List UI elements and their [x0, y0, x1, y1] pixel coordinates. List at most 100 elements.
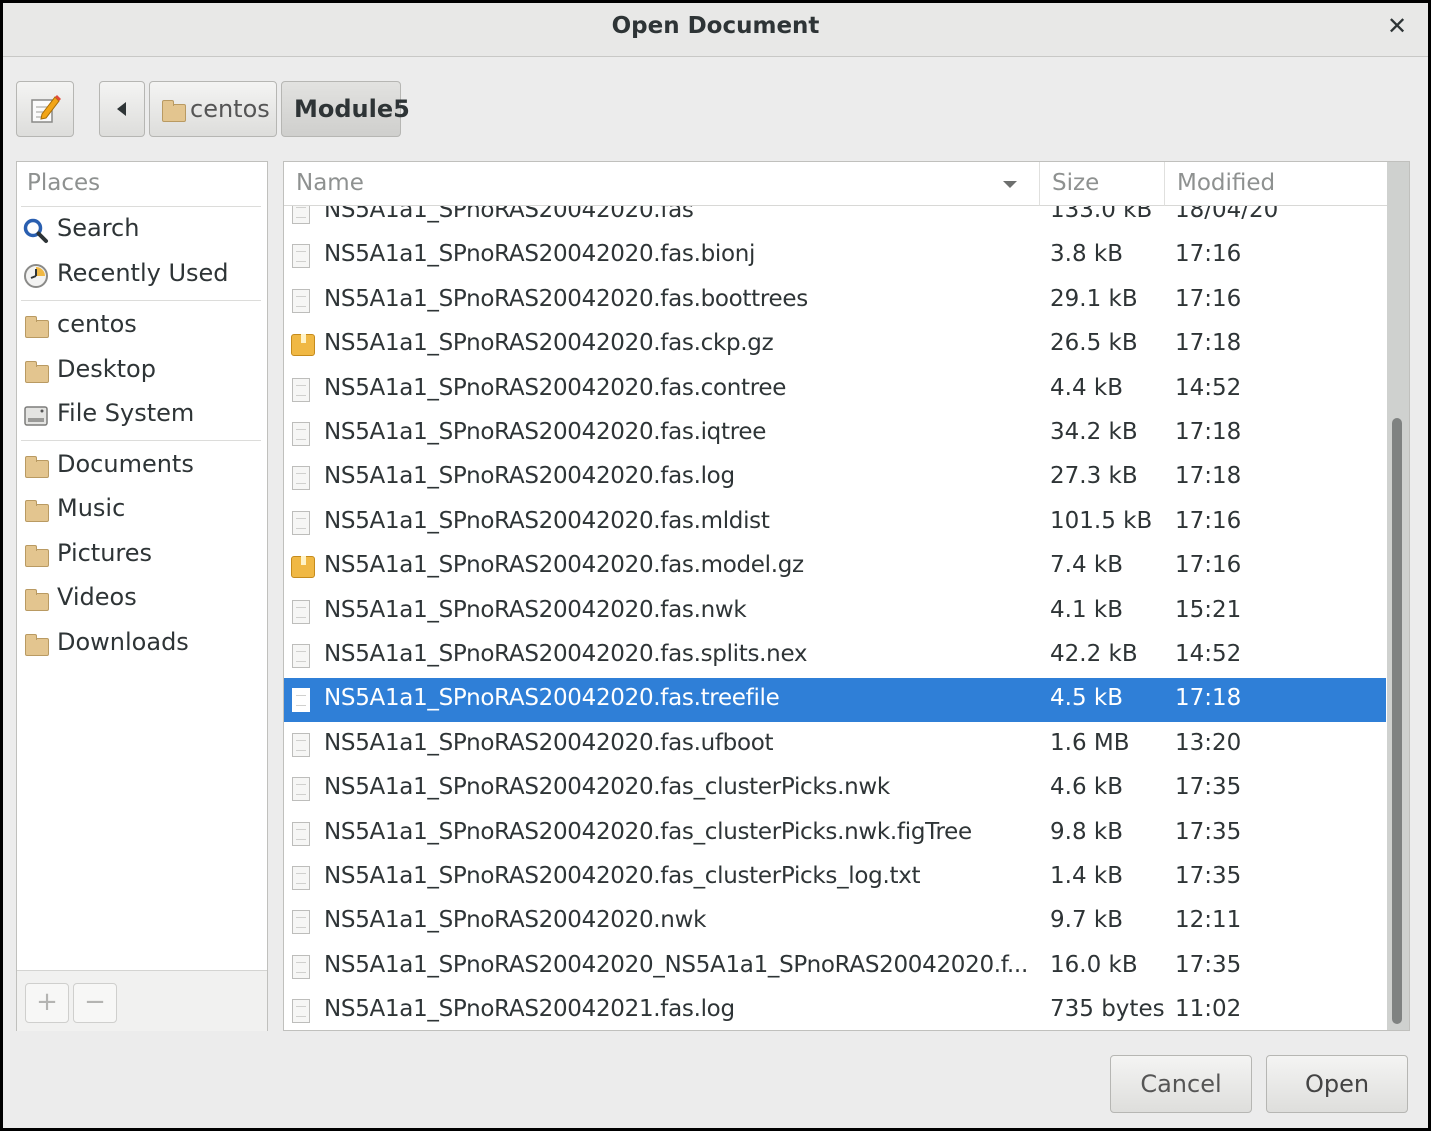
drive-icon: [24, 406, 48, 426]
file-row[interactable]: NS5A1a1_SPnoRAS20042020.fas.ufboot 1.6 MB…: [284, 723, 1386, 767]
column-header-label: Name: [296, 170, 364, 196]
file-row[interactable]: NS5A1a1_SPnoRAS20042020.fas.log 27.3 kB 17…: [284, 456, 1386, 500]
sort-descending-icon: [1003, 181, 1017, 188]
document-icon: [292, 688, 310, 713]
file-name: NS5A1a1_SPnoRAS20042020.fas.iqtree: [324, 419, 767, 445]
file-name: NS5A1a1_SPnoRAS20042020.fas.bionj: [324, 241, 756, 268]
file-row[interactable]: NS5A1a1_SPnoRAS20042020.fas.model.gz 7.4 …: [284, 545, 1386, 589]
sidebar-item-label: Videos: [57, 583, 137, 611]
cancel-button[interactable]: Cancel: [1110, 1055, 1252, 1113]
scrollbar-thumb[interactable]: [1392, 418, 1402, 1024]
file-row[interactable]: NS5A1a1_SPnoRAS20042020.fas_clusterPicks…: [284, 812, 1386, 856]
open-document-dialog: Open Document ✕ centos Module5 Places Se…: [0, 0, 1431, 1131]
file-row[interactable]: NS5A1a1_SPnoRAS20042020.fas.splits.nex 42…: [284, 634, 1386, 678]
file-row[interactable]: NS5A1a1_SPnoRAS20042021.fas.log 735 bytes…: [284, 989, 1386, 1030]
clock-icon: [24, 264, 48, 288]
home-folder-icon: [25, 316, 49, 338]
sidebar-item-downloads[interactable]: Downloads: [17, 624, 265, 664]
sidebar-item-documents[interactable]: Documents: [17, 446, 265, 486]
sidebar-item-label: Documents: [57, 450, 194, 478]
file-name: NS5A1a1_SPnoRAS20042020.fas.treefile: [324, 685, 780, 712]
remove-bookmark-button[interactable]: −: [73, 983, 117, 1023]
file-row[interactable]: NS5A1a1_SPnoRAS20042020.fas.boottrees 29.…: [284, 279, 1386, 323]
sidebar-item-videos[interactable]: Videos: [17, 579, 265, 619]
divider: [21, 300, 261, 301]
document-icon: [292, 644, 310, 668]
file-name: NS5A1a1_SPnoRAS20042020.fas.splits.nex: [324, 641, 808, 667]
sidebar-item-search[interactable]: Search: [17, 210, 265, 250]
column-header-label: Size: [1052, 170, 1100, 196]
file-row[interactable]: NS5A1a1_SPnoRAS20042020.fas_clusterPicks…: [284, 856, 1386, 900]
sidebar-item-centos[interactable]: centos: [17, 306, 265, 346]
add-bookmark-button[interactable]: +: [25, 983, 69, 1023]
breadcrumb-centos[interactable]: centos: [149, 81, 277, 137]
file-modified: 17:35: [1175, 951, 1242, 978]
sidebar-item-label: Music: [57, 494, 126, 522]
file-row[interactable]: NS5A1a1_SPnoRAS20042020.nwk 9.7 kB 12:11: [284, 900, 1386, 944]
file-row[interactable]: NS5A1a1_SPnoRAS20042020.fas.contree 4.4 k…: [284, 368, 1386, 412]
sidebar-item-recently-used[interactable]: Recently Used: [17, 255, 265, 295]
file-size: 42.2 kB: [1050, 641, 1138, 667]
document-icon: [292, 288, 310, 313]
sidebar-item-music[interactable]: Music: [17, 490, 265, 530]
file-size: 29.1 kB: [1050, 285, 1138, 312]
sidebar-item-label: Pictures: [57, 539, 153, 567]
type-location-button[interactable]: [16, 81, 74, 137]
file-name: NS5A1a1_SPnoRAS20042021.fas.log: [324, 996, 735, 1023]
music-folder-icon: [25, 500, 49, 522]
document-icon: [292, 954, 310, 979]
file-name: NS5A1a1_SPnoRAS20042020.fas_clusterPicks…: [324, 818, 972, 845]
file-row[interactable]: NS5A1a1_SPnoRAS20042020.fas_clusterPicks…: [284, 767, 1386, 811]
file-size: 1.4 kB: [1050, 863, 1123, 889]
divider: [21, 206, 261, 207]
close-button[interactable]: ✕: [1384, 11, 1410, 41]
file-row[interactable]: NS5A1a1_SPnoRAS20042020.fas.bionj 3.8 kB 1…: [284, 234, 1386, 278]
file-size: 4.6 kB: [1050, 774, 1123, 801]
sidebar-item-label: Downloads: [57, 628, 189, 656]
file-modified: 17:18: [1175, 685, 1242, 712]
file-modified: 17:16: [1175, 285, 1242, 312]
file-name: NS5A1a1_SPnoRAS20042020.fas.mldist: [324, 507, 770, 534]
sidebar-item-desktop[interactable]: Desktop: [17, 351, 265, 391]
document-icon: [292, 422, 310, 446]
document-icon: [292, 821, 310, 846]
document-icon: [292, 599, 310, 624]
sidebar-item-file-system[interactable]: File System: [17, 395, 265, 435]
sidebar-item-pictures[interactable]: Pictures: [17, 535, 265, 575]
file-size: 27.3 kB: [1050, 463, 1138, 490]
file-size: 101.5 kB: [1050, 507, 1153, 534]
file-row[interactable]: NS5A1a1_SPnoRAS20042020.fas.mldist 101.5 …: [284, 501, 1386, 545]
file-list: NS5A1a1_SPnoRAS20042020.fas 133.0 kB 18/04…: [283, 161, 1410, 1031]
file-modified: 15:21: [1175, 596, 1242, 623]
sidebar-actions: + −: [17, 970, 267, 1031]
back-button[interactable]: [99, 81, 145, 137]
file-row[interactable]: NS5A1a1_SPnoRAS20042020.fas.iqtree 34.2 k…: [284, 412, 1386, 456]
file-name: NS5A1a1_SPnoRAS20042020.fas.ufboot: [324, 729, 774, 756]
file-row[interactable]: NS5A1a1_SPnoRAS20042020_NS5A1a1_SPnoRAS2…: [284, 945, 1386, 989]
document-icon: [292, 910, 310, 935]
documents-folder-icon: [25, 456, 49, 478]
vertical-scrollbar[interactable]: [1387, 162, 1409, 1030]
file-name: NS5A1a1_SPnoRAS20042020.fas.log: [324, 463, 735, 490]
file-name: NS5A1a1_SPnoRAS20042020.fas.model.gz: [324, 552, 804, 579]
archive-icon: [291, 556, 315, 579]
open-button[interactable]: Open: [1266, 1055, 1408, 1113]
file-size: 34.2 kB: [1050, 419, 1138, 445]
column-header-modified[interactable]: Modified: [1165, 162, 1387, 206]
column-header-size[interactable]: Size: [1040, 162, 1165, 206]
file-row[interactable]: NS5A1a1_SPnoRAS20042020.fas.nwk 4.1 kB 15:…: [284, 590, 1386, 634]
sidebar-item-label: File System: [57, 399, 195, 427]
back-arrow-icon: [117, 102, 126, 116]
file-modified: 14:52: [1175, 374, 1242, 401]
file-name: NS5A1a1_SPnoRAS20042020_NS5A1a1_SPnoRAS2…: [324, 951, 1028, 978]
archive-icon: [291, 334, 315, 357]
sidebar-item-label: Search: [57, 214, 140, 242]
desktop-folder-icon: [25, 361, 49, 383]
downloads-folder-icon: [25, 634, 49, 656]
file-name: NS5A1a1_SPnoRAS20042020.fas.contree: [324, 374, 787, 401]
file-row[interactable]: NS5A1a1_SPnoRAS20042020.fas.ckp.gz 26.5 k…: [284, 323, 1386, 367]
breadcrumb-module5[interactable]: Module5: [281, 81, 410, 137]
column-header-name[interactable]: Name: [284, 162, 1040, 206]
file-size: 26.5 kB: [1050, 330, 1138, 357]
file-row[interactable]: NS5A1a1_SPnoRAS20042020.fas.treefile 4.5 …: [284, 678, 1386, 723]
